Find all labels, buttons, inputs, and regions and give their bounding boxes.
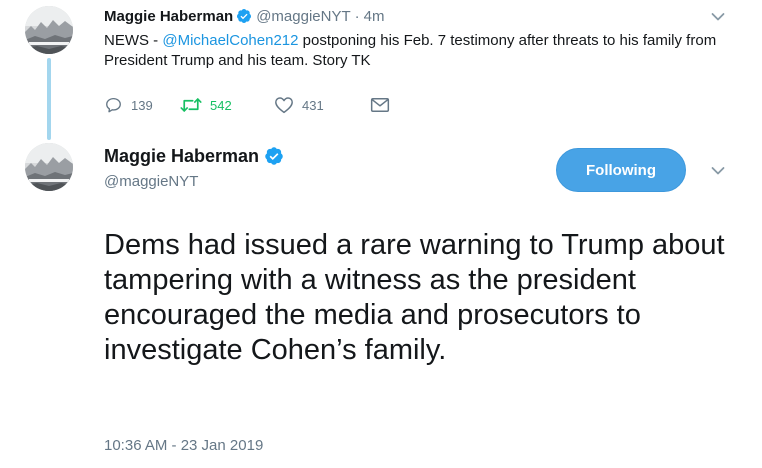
verified-badge-icon: [236, 8, 252, 24]
author-name[interactable]: Maggie Haberman: [104, 146, 259, 167]
text-prefix: NEWS -: [104, 32, 163, 49]
following-button[interactable]: Following: [556, 148, 686, 192]
direct-message-icon: [370, 98, 390, 112]
retweet-icon: [180, 98, 202, 112]
separator-dot: ·: [354, 7, 360, 25]
reply-button[interactable]: 139: [104, 96, 180, 114]
thread-connector-line: [47, 58, 51, 140]
tweet-text: NEWS - @MichaelCohen212 postponing his F…: [104, 31, 729, 71]
retweet-count: 542: [210, 97, 232, 113]
avatar[interactable]: [25, 143, 73, 191]
mention-link[interactable]: @MichaelCohen212: [162, 32, 298, 49]
tweet-author: Maggie Haberman: [104, 143, 284, 169]
tweet-header: Maggie Haberman @maggieNYT · 4m: [104, 6, 384, 26]
chevron-down-icon[interactable]: [711, 12, 725, 22]
tweet-time[interactable]: 4m: [364, 8, 385, 25]
direct-message-button[interactable]: [370, 97, 398, 113]
reply-icon: [106, 97, 121, 113]
like-heart-icon: [275, 97, 293, 114]
author-handle[interactable]: @maggieNYT: [256, 8, 350, 25]
like-count: 431: [302, 97, 324, 113]
reply-count: 139: [131, 97, 153, 113]
author-name[interactable]: Maggie Haberman: [104, 8, 233, 25]
verified-badge-icon: [264, 146, 284, 166]
tweet-timestamp[interactable]: 10:36 AM - 23 Jan 2019: [104, 437, 263, 454]
tweet-text: Dems had issued a rare warning to Trump …: [104, 229, 725, 366]
like-button[interactable]: 431: [274, 96, 370, 114]
tweet-actions: 139 542 431: [104, 94, 398, 116]
avatar[interactable]: [25, 6, 73, 54]
chevron-down-icon[interactable]: [711, 166, 725, 176]
tweet-reply[interactable]: Maggie Haberman @maggieNYT · 4m NEWS - @…: [0, 0, 762, 140]
author-handle[interactable]: @maggieNYT: [104, 173, 198, 190]
retweet-button[interactable]: 542: [180, 96, 274, 114]
